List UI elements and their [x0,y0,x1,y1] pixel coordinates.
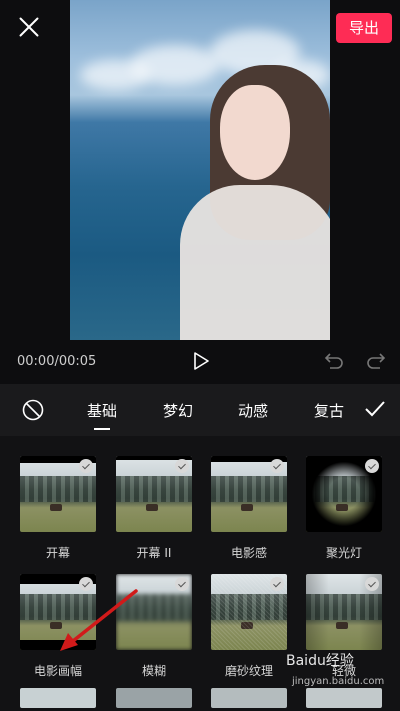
tab-dreamy[interactable]: 梦幻 [163,400,193,421]
effect-tile-partial[interactable] [20,688,96,708]
watermark-url: jingyan.baidu.com [292,676,385,687]
person-face [220,85,290,180]
download-icon[interactable] [175,459,189,473]
tab-basic[interactable]: 基础 [87,400,117,430]
tab-dynamic[interactable]: 动感 [238,400,268,421]
effect-tile-cinematic[interactable] [211,456,287,532]
download-icon[interactable] [270,577,284,591]
effect-label: 电影画幅 [33,664,82,678]
effect-tile-frosted-texture[interactable] [211,574,287,650]
close-icon[interactable] [16,14,42,40]
annotation-arrow [60,589,138,651]
effect-label: 开幕 [45,546,70,560]
player-controls: 00:00/00:05 [0,340,400,384]
effect-category-tabs: 基础 梦幻 动感 复古 [0,384,400,436]
effect-tile-spotlight[interactable] [306,456,382,532]
play-icon[interactable] [192,352,210,370]
no-effect-icon[interactable] [22,399,44,421]
export-button[interactable]: 导出 [336,13,392,43]
download-icon[interactable] [175,577,189,591]
download-icon[interactable] [79,459,93,473]
effect-tile-slight[interactable] [306,574,382,650]
effect-label: 聚光灯 [325,546,362,560]
redo-icon[interactable] [366,352,386,370]
download-icon[interactable] [365,459,379,473]
effect-tile-opening-ii[interactable] [116,456,192,532]
undo-icon[interactable] [324,352,344,370]
effect-tile-opening[interactable] [20,456,96,532]
effect-tile-partial[interactable] [211,688,287,708]
effect-label: 模糊 [141,664,166,678]
confirm-check-icon[interactable] [364,400,386,418]
effect-label: 开幕 II [136,546,172,560]
download-icon[interactable] [270,459,284,473]
watermark: Baidu经验 [286,653,354,669]
effect-label: 电影感 [230,546,267,560]
video-preview[interactable] [70,0,330,340]
effect-label: 磨砂纹理 [224,664,273,678]
tab-retro[interactable]: 复古 [314,400,344,421]
effect-tile-partial[interactable] [116,688,192,708]
download-icon[interactable] [365,577,379,591]
effect-tile-partial[interactable] [306,688,382,708]
person-body [180,185,330,340]
playback-time: 00:00/00:05 [17,354,97,369]
